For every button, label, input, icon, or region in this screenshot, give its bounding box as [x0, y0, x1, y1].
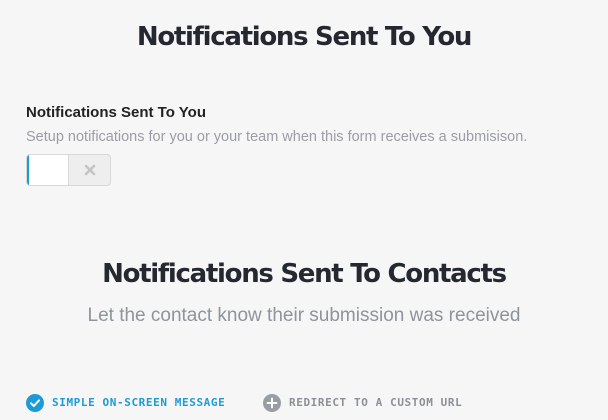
toggle-knob	[27, 155, 69, 185]
plus-circle-icon	[263, 394, 281, 412]
check-circle-icon	[26, 394, 44, 412]
simple-message-label: SIMPLE ON-SCREEN MESSAGE	[52, 396, 226, 409]
you-section-label: Notifications Sent To You	[26, 104, 206, 121]
redirect-url-label: REDIRECT TO A CUSTOM URL	[289, 396, 463, 409]
redirect-url-option[interactable]: REDIRECT TO A CUSTOM URL	[263, 393, 462, 413]
simple-message-option[interactable]: SIMPLE ON-SCREEN MESSAGE	[26, 393, 225, 413]
notifications-page: Notifications Sent To You Notifications …	[0, 0, 608, 420]
toggle-off-indicator	[69, 155, 110, 185]
contacts-section-title: Notifications Sent To Contacts	[102, 259, 507, 289]
close-icon	[84, 164, 95, 176]
you-section-description: Setup notifications for you or your team…	[26, 129, 528, 145]
contacts-section-description: Let the contact know their submission wa…	[87, 305, 521, 326]
page-title: Notifications Sent To You	[136, 22, 473, 52]
notifications-toggle[interactable]	[26, 154, 111, 186]
